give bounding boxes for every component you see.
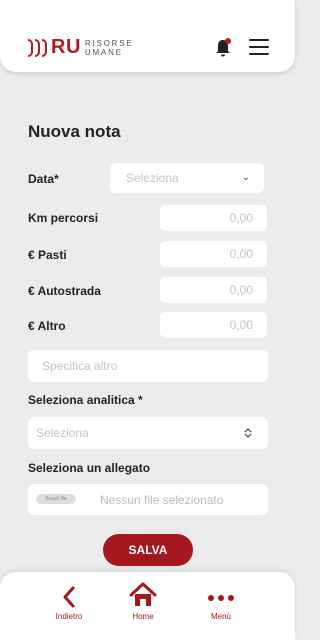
km-input[interactable]: 0,00 — [160, 205, 267, 231]
analitica-label: Seleziona analitica * — [28, 393, 143, 407]
nav-menu[interactable]: Menù — [191, 572, 251, 621]
logo-subtitle: RISORSE UMANE — [85, 39, 134, 57]
chevron-down-icon: ⌄ — [241, 172, 250, 183]
nav-menu-label: Menù — [210, 612, 231, 621]
dots-icon — [208, 595, 234, 601]
logo-sub-line1: RISORSE — [84, 38, 134, 48]
allegato-label: Seleziona un allegato — [28, 461, 151, 475]
logo-sub-line2: UMANE — [84, 47, 123, 57]
autostrada-label: € Autostrada — [28, 284, 101, 298]
nav-home-label: Home — [132, 612, 154, 621]
logo-text: RU — [51, 36, 81, 58]
file-input[interactable]: Scegli file Nessun file selezionato — [28, 484, 268, 515]
bell-icon[interactable] — [214, 38, 232, 58]
choose-file-button[interactable]: Scegli file — [36, 494, 76, 504]
km-label: Km percorsi — [28, 211, 99, 225]
analitica-select-value: Seleziona — [36, 426, 89, 440]
date-select[interactable]: Seleziona ⌄ — [110, 163, 264, 193]
pasti-label: € Pasti — [28, 248, 67, 262]
altro-label: € Altro — [28, 319, 66, 333]
sort-arrows-icon — [244, 428, 252, 438]
page-title: Nuova nota — [28, 122, 121, 141]
home-icon — [129, 582, 157, 606]
nav-back-label: Indietro — [55, 612, 83, 621]
date-select-value: Seleziona — [126, 171, 179, 185]
file-status: Nessun file selezionato — [100, 493, 224, 507]
analitica-select[interactable]: Seleziona — [28, 417, 268, 449]
chevron-left-icon — [63, 586, 75, 608]
app-header: RU RISORSE UMANE — [0, 0, 295, 72]
bottom-nav: Indietro Home Menù — [0, 572, 295, 640]
autostrada-input[interactable]: 0,00 — [160, 277, 267, 303]
pasti-input[interactable]: 0,00 — [160, 241, 267, 267]
specifica-altro-input[interactable]: Specifica altro — [28, 350, 268, 382]
logo[interactable]: RU RISORSE UMANE — [28, 36, 134, 59]
nav-back[interactable]: Indietro — [39, 572, 99, 621]
hamburger-icon[interactable] — [249, 39, 269, 55]
altro-input[interactable]: 0,00 — [160, 312, 267, 338]
save-button[interactable]: SALVA — [103, 534, 193, 566]
logo-mark-icon — [28, 38, 47, 57]
data-label: Data* — [28, 172, 59, 186]
nav-home[interactable]: Home — [113, 572, 173, 621]
specifica-altro-placeholder: Specifica altro — [42, 359, 118, 373]
